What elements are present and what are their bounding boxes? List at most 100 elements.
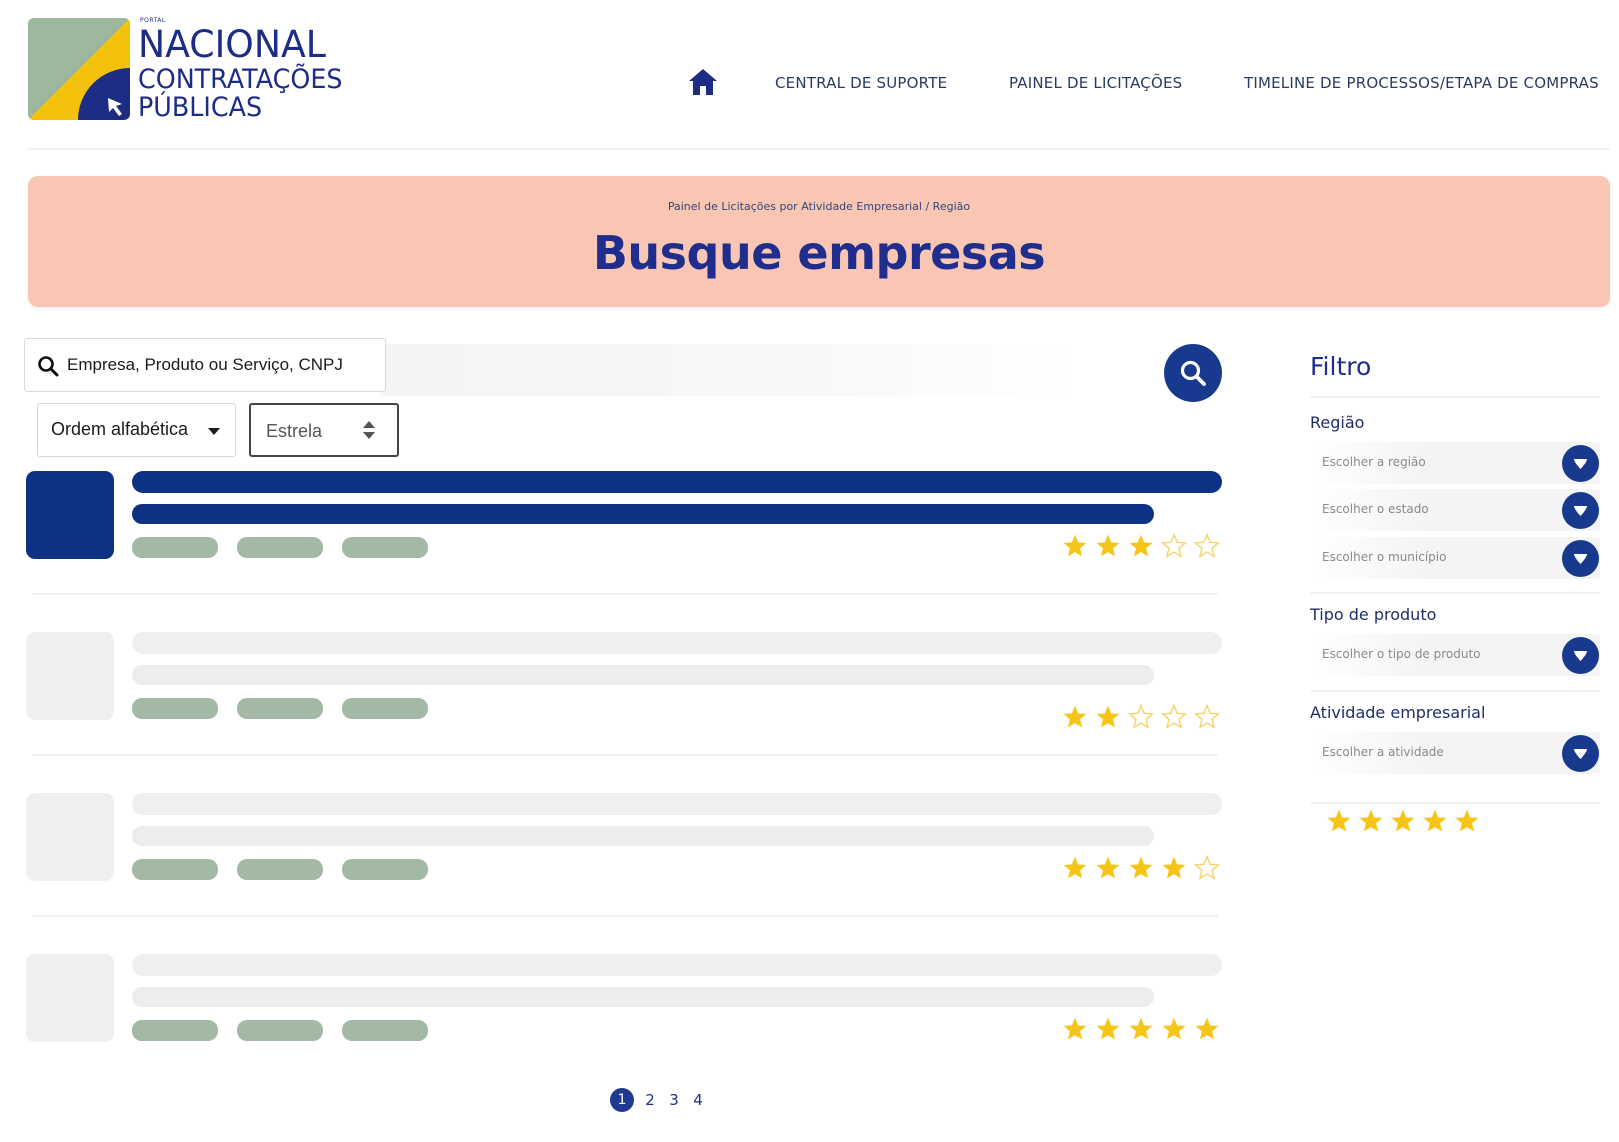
- star-filled-icon[interactable]: [1422, 808, 1448, 834]
- star-filled-icon: [1063, 856, 1087, 879]
- result-thumbnail: [26, 632, 114, 720]
- filter-group-regiao-label: Região: [1310, 413, 1365, 432]
- search-field[interactable]: [24, 338, 386, 392]
- star-filled-icon[interactable]: [1390, 808, 1416, 834]
- result-thumbnail: [26, 793, 114, 881]
- star-filled-icon: [1129, 856, 1153, 879]
- dropdown-placeholder: Escolher a região: [1322, 455, 1426, 469]
- dropdown-button[interactable]: [1562, 492, 1599, 529]
- chevron-down-icon: [1574, 554, 1587, 564]
- star-rating: [1062, 1016, 1234, 1046]
- result-card[interactable]: [0, 954, 1230, 1094]
- result-tag: [342, 859, 428, 880]
- search-track: [380, 344, 1080, 396]
- dropdown-button[interactable]: [1562, 445, 1599, 482]
- sort-order-value: Ordem alfabética: [51, 419, 189, 439]
- dropdown-placeholder: Escolher o tipo de produto: [1322, 647, 1481, 661]
- star-filled-icon: [1063, 705, 1087, 728]
- result-title-placeholder: [132, 632, 1222, 654]
- result-tag: [132, 859, 218, 880]
- star-rating: [1062, 704, 1234, 734]
- municipality-dropdown[interactable]: Escolher o município: [1310, 537, 1600, 579]
- result-card[interactable]: [0, 471, 1230, 611]
- nav-painel-de-licitacoes[interactable]: PAINEL DE LICITAÇÕES: [1009, 74, 1182, 92]
- chevron-down-icon: [1574, 459, 1587, 469]
- region-dropdown[interactable]: Escolher a região: [1310, 442, 1600, 484]
- dropdown-button[interactable]: [1562, 735, 1599, 772]
- page-3-button[interactable]: 3: [666, 1091, 682, 1109]
- star-sort-value: Estrela: [266, 421, 323, 441]
- result-tag: [237, 859, 323, 880]
- star-sort-select[interactable]: Estrela: [249, 403, 399, 457]
- result-thumbnail: [26, 471, 114, 559]
- sort-order-select[interactable]: Ordem alfabética: [37, 403, 236, 457]
- star-empty-icon: [1161, 704, 1187, 729]
- result-thumbnail: [26, 954, 114, 1042]
- filter-group-divider: [1310, 690, 1600, 692]
- star-empty-icon: [1194, 855, 1220, 880]
- product-type-dropdown[interactable]: Escolher o tipo de produto: [1310, 634, 1600, 676]
- star-empty-icon: [1128, 704, 1154, 729]
- home-icon[interactable]: [688, 68, 718, 96]
- result-card[interactable]: [0, 793, 1230, 933]
- filter-group-divider: [1310, 592, 1600, 594]
- result-title-placeholder: [132, 954, 1222, 976]
- result-tag: [237, 537, 323, 558]
- sort-down-icon: [363, 432, 375, 439]
- result-tag: [237, 1020, 323, 1041]
- page-4-button[interactable]: 4: [690, 1091, 706, 1109]
- chevron-down-icon: [1574, 651, 1587, 661]
- business-activity-dropdown[interactable]: Escolher a atividade: [1310, 732, 1600, 774]
- star-filled-icon: [1063, 534, 1087, 557]
- state-dropdown[interactable]: Escolher o estado: [1310, 489, 1600, 531]
- search-button[interactable]: [1164, 344, 1222, 402]
- result-subtitle-placeholder: [132, 987, 1154, 1007]
- dropdown-button[interactable]: [1562, 637, 1599, 674]
- star-filled-icon: [1096, 1017, 1120, 1040]
- result-card[interactable]: [0, 632, 1230, 772]
- star-filled-icon: [1162, 1017, 1186, 1040]
- breadcrumb: Painel de Licitações por Atividade Empre…: [667, 200, 971, 213]
- star-rating-filter[interactable]: [1326, 808, 1488, 838]
- star-rating: [1062, 855, 1234, 885]
- star-filled-icon: [1096, 856, 1120, 879]
- result-tag: [132, 537, 218, 558]
- sort-up-icon: [363, 421, 375, 428]
- result-title-placeholder: [132, 793, 1222, 815]
- star-filled-icon[interactable]: [1326, 808, 1352, 834]
- dropdown-button[interactable]: [1562, 540, 1599, 577]
- nav-central-de-suporte[interactable]: CENTRAL DE SUPORTE: [775, 74, 947, 92]
- result-divider: [32, 593, 1218, 595]
- search-input[interactable]: [67, 339, 377, 390]
- result-title-placeholder: [132, 471, 1222, 493]
- star-filled-icon: [1195, 1017, 1219, 1040]
- page-title: Busque empresas: [592, 226, 1046, 280]
- star-filled-icon: [1129, 1017, 1153, 1040]
- result-tag: [132, 698, 218, 719]
- page-1-button[interactable]: 1: [610, 1088, 634, 1112]
- logo-text-contratacoes: CONTRATAÇÕES: [138, 64, 343, 95]
- caret-down-icon: [208, 428, 220, 435]
- star-filled-icon: [1096, 705, 1120, 728]
- result-subtitle-placeholder: [132, 826, 1154, 846]
- page-2-button[interactable]: 2: [642, 1091, 658, 1109]
- star-filled-icon: [1162, 856, 1186, 879]
- pagination: 1 2 3 4: [610, 1087, 706, 1113]
- filter-group-produto-label: Tipo de produto: [1310, 605, 1437, 624]
- result-tag: [342, 537, 428, 558]
- nav-timeline-de-processos[interactable]: TIMELINE DE PROCESSOS/ETAPA DE COMPRAS: [1244, 74, 1599, 92]
- star-filled-icon[interactable]: [1358, 808, 1384, 834]
- result-divider: [32, 915, 1218, 917]
- star-empty-icon: [1161, 533, 1187, 558]
- result-divider: [32, 754, 1218, 756]
- star-empty-icon: [1194, 704, 1220, 729]
- star-filled-icon[interactable]: [1454, 808, 1480, 834]
- search-icon: [38, 356, 59, 377]
- dropdown-placeholder: Escolher o município: [1322, 550, 1447, 564]
- portal-logo[interactable]: PORTAL NACIONAL CONTRATAÇÕES PÚBLICAS: [28, 17, 368, 123]
- header-divider: [28, 148, 1610, 150]
- star-filled-icon: [1129, 534, 1153, 557]
- dropdown-placeholder: Escolher a atividade: [1322, 745, 1444, 759]
- filter-divider: [1310, 396, 1600, 398]
- chevron-down-icon: [1574, 749, 1587, 759]
